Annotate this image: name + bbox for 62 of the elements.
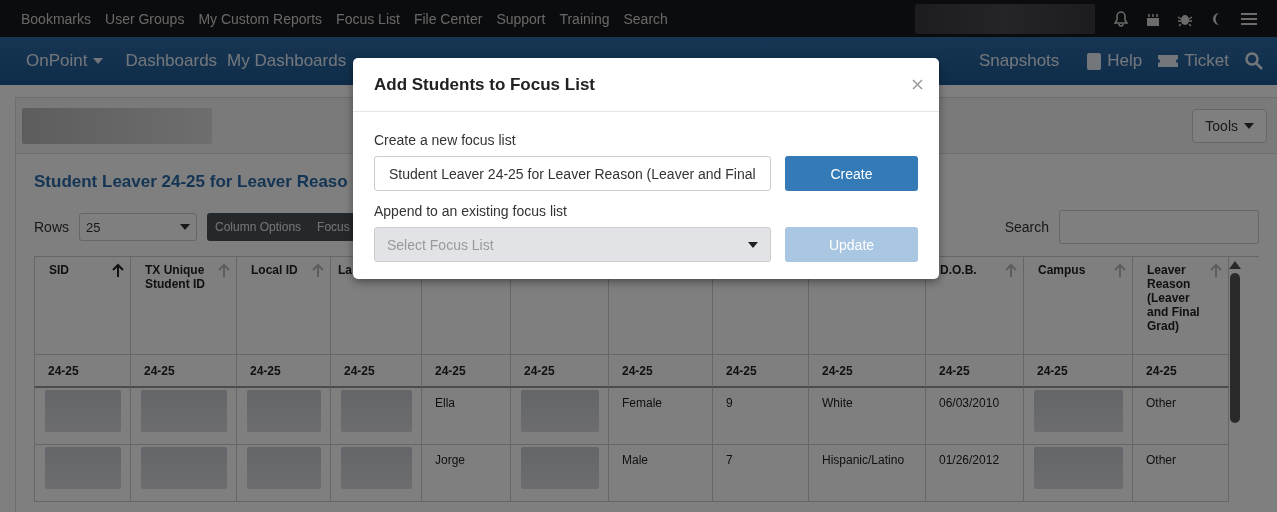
search-icon[interactable] xyxy=(1245,52,1263,70)
top-nav-link[interactable]: Focus List xyxy=(329,10,407,27)
nav-link[interactable]: My Dashboards xyxy=(227,51,355,71)
table-cell: Other xyxy=(1146,396,1176,410)
caret-icon xyxy=(1244,122,1254,129)
nav-link[interactable]: Dashboards xyxy=(125,51,226,71)
column-title: La xyxy=(338,263,353,277)
report-title: Student Leaver 24-25 for Leaver Reaso xyxy=(34,172,348,192)
rows-select[interactable]: 25 xyxy=(79,213,197,241)
tools-button[interactable]: Tools xyxy=(1192,108,1267,143)
focus-list-name-field[interactable]: Student Leaver 24-25 for Leaver Reason (Leaver and Final xyxy=(374,156,771,191)
brand-menu[interactable]: OnPoint xyxy=(26,51,112,71)
table-cell: White xyxy=(822,396,853,410)
column-title: Campus xyxy=(1038,263,1087,277)
column-title: SID xyxy=(49,263,70,277)
rows-label: Rows xyxy=(34,219,69,235)
table-cell: Male xyxy=(622,453,648,467)
close-icon[interactable] xyxy=(912,79,923,90)
top-nav-link[interactable]: Training xyxy=(552,10,617,27)
top-nav-link[interactable]: Bookmarks xyxy=(14,10,99,27)
ticket-icon xyxy=(1158,54,1179,68)
column-header[interactable]: TX Unique Student ID xyxy=(131,257,237,354)
top-nav-link[interactable]: Search xyxy=(616,10,675,27)
dialog-title: Add Students to Focus List xyxy=(374,74,595,95)
toolbar-button[interactable]: Column Options xyxy=(215,220,302,234)
column-title: D.O.B. xyxy=(940,263,978,277)
column-title: Local ID xyxy=(251,263,299,277)
redacted-block xyxy=(341,390,412,432)
create-button[interactable]: Create xyxy=(785,156,918,191)
table-cell: Ella xyxy=(435,396,455,410)
search-label: Search xyxy=(1004,219,1049,235)
field-label: Append to an existing focus list xyxy=(374,203,568,219)
top-nav-link[interactable]: My Custom Reports xyxy=(191,10,330,27)
toolbar-button[interactable]: Focus xyxy=(317,220,350,234)
nav-link[interactable]: Help xyxy=(1087,51,1151,71)
scroll-thumb[interactable] xyxy=(1230,273,1240,423)
top-nav-link[interactable]: Support xyxy=(489,10,553,27)
sort-arrow-icon[interactable] xyxy=(112,263,124,277)
search-field[interactable] xyxy=(1059,210,1259,244)
column-title: Leaver Reason (Leaver and Final Grad) xyxy=(1147,263,1201,333)
table-cell: 7 xyxy=(726,453,733,467)
caret-icon xyxy=(748,241,758,248)
table-cell: Female xyxy=(622,396,662,410)
field-label: Create a new focus list xyxy=(374,132,517,148)
top-nav-link[interactable]: User Groups xyxy=(98,10,192,27)
nav-link[interactable]: Ticket xyxy=(1158,51,1237,71)
table-cell: 01/26/2012 xyxy=(939,453,1000,467)
column-header[interactable]: Local ID xyxy=(237,257,331,354)
table-cell: Other xyxy=(1146,453,1176,467)
top-nav-link[interactable]: File Center xyxy=(406,10,490,27)
caret-icon xyxy=(93,58,104,64)
table-cell: 9 xyxy=(726,396,733,410)
nav-link[interactable]: Snapshots xyxy=(978,51,1068,71)
table-cell: 06/03/2010 xyxy=(939,396,1000,410)
redacted-block xyxy=(341,447,412,489)
table-cell: Hispanic/Latino xyxy=(822,453,905,467)
table-cell: Jorge xyxy=(435,453,466,467)
caret-icon xyxy=(180,224,190,230)
column-title: TX Unique Student ID xyxy=(145,263,205,291)
column-header[interactable]: Campus xyxy=(1024,257,1133,354)
scroll-up-icon[interactable] xyxy=(1229,261,1241,269)
column-header[interactable]: SID xyxy=(35,257,131,354)
